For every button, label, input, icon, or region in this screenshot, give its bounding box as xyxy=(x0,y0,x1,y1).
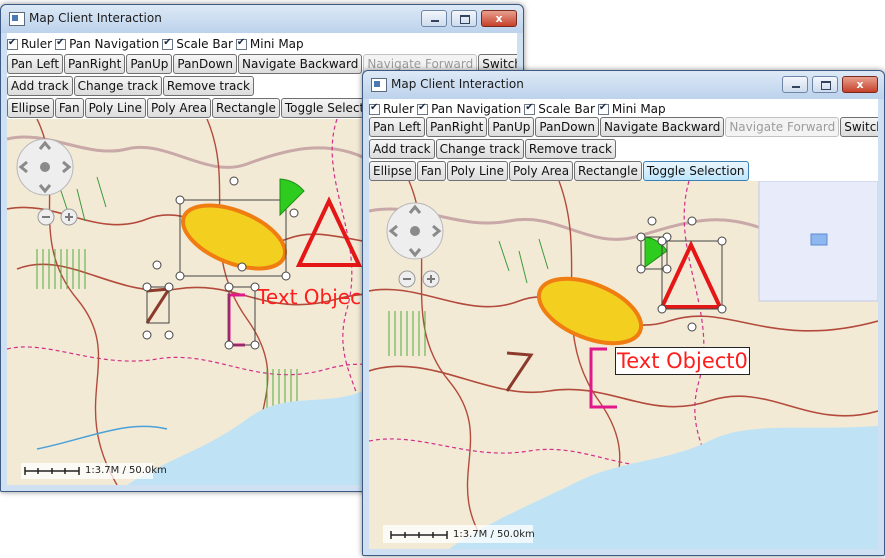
navigate-forward-button[interactable]: Navigate Forward xyxy=(725,117,840,137)
checkmark-icon xyxy=(417,102,429,115)
mini-map-checkbox[interactable]: Mini Map xyxy=(597,102,666,116)
pan-control[interactable] xyxy=(386,202,444,260)
navigation-toolbar: Pan Left PanRight PanUp PanDown Navigate… xyxy=(369,117,878,137)
checkmark-icon xyxy=(162,37,174,50)
scale-bar-checkbox[interactable]: Scale Bar xyxy=(162,37,233,51)
maximize-button[interactable] xyxy=(812,76,838,93)
rectangle-button[interactable]: Rectangle xyxy=(574,161,642,181)
fan-button[interactable]: Fan xyxy=(54,98,84,118)
app-icon xyxy=(371,78,387,92)
title-bar[interactable]: Map Client Interaction x xyxy=(363,71,884,99)
shape-toolbar: Ellipse Fan Poly Line Poly Area Rectangl… xyxy=(369,161,878,181)
poly-area-button[interactable]: Poly Area xyxy=(509,161,574,181)
close-button[interactable]: x xyxy=(842,76,878,93)
remove-track-button[interactable]: Remove track xyxy=(162,76,254,96)
pan-navigation-checkbox[interactable]: Pan Navigation xyxy=(55,37,159,51)
mini-map-checkbox[interactable]: Mini Map xyxy=(235,37,304,51)
checkmark-icon xyxy=(369,102,380,115)
scale-text: 1:3.7M / 50.0km xyxy=(85,465,167,476)
checkmark-icon xyxy=(597,102,609,115)
poly-line-button[interactable]: Poly Line xyxy=(446,161,509,181)
client-area: Ruler Pan Navigation Scale Bar Mini Map … xyxy=(369,99,878,549)
checkmark-icon xyxy=(235,37,247,50)
pan-down-button[interactable]: PanDown xyxy=(173,54,238,74)
maximize-icon xyxy=(460,15,470,24)
minimize-button[interactable] xyxy=(782,76,808,93)
zoom-out-icon[interactable] xyxy=(398,270,416,288)
scale-bar-checkbox[interactable]: Scale Bar xyxy=(524,102,595,116)
pan-up-button[interactable]: PanUp xyxy=(126,54,173,74)
minimize-icon xyxy=(792,86,800,88)
ruler-checkbox[interactable]: Ruler xyxy=(7,37,52,51)
checkmark-icon xyxy=(7,37,18,50)
pan-left-button[interactable]: Pan Left xyxy=(7,54,64,74)
options-row: Ruler Pan Navigation Scale Bar Mini Map xyxy=(7,34,517,54)
track-toolbar: Add track Change track Remove track xyxy=(369,139,878,159)
add-track-button[interactable]: Add track xyxy=(369,139,435,159)
pan-right-button[interactable]: PanRight xyxy=(64,54,126,74)
minimize-button[interactable] xyxy=(421,10,447,27)
pan-up-button[interactable]: PanUp xyxy=(488,117,535,137)
pan-center-icon[interactable] xyxy=(40,162,50,172)
navigate-backward-button[interactable]: Navigate Backward xyxy=(238,54,363,74)
options-row: Ruler Pan Navigation Scale Bar Mini Map xyxy=(369,99,878,119)
change-track-button[interactable]: Change track xyxy=(435,139,524,159)
checkmark-icon xyxy=(524,102,536,115)
title-bar[interactable]: Map Client Interaction x xyxy=(1,5,523,33)
navigate-backward-button[interactable]: Navigate Backward xyxy=(600,117,725,137)
pan-navigation-checkbox[interactable]: Pan Navigation xyxy=(417,102,521,116)
toggle-selection-button[interactable]: Toggle Selection xyxy=(642,161,749,181)
close-icon: x xyxy=(856,78,864,91)
pan-control[interactable] xyxy=(16,138,74,196)
close-icon: x xyxy=(495,12,503,25)
ellipse-button[interactable]: Ellipse xyxy=(369,161,416,181)
app-icon xyxy=(9,12,25,26)
close-button[interactable]: x xyxy=(481,10,517,27)
window-title: Map Client Interaction xyxy=(391,77,524,91)
map-view[interactable]: 1:3.7M / 50.0km Text Object0 xyxy=(369,181,878,549)
map-text-object[interactable]: Text Object0 xyxy=(615,347,750,375)
zoom-in-icon[interactable] xyxy=(422,270,440,288)
rectangle-button[interactable]: Rectangle xyxy=(212,98,280,118)
window-title: Map Client Interaction xyxy=(29,11,162,25)
ruler-checkbox[interactable]: Ruler xyxy=(369,102,414,116)
poly-line-button[interactable]: Poly Line xyxy=(84,98,147,118)
poly-area-button[interactable]: Poly Area xyxy=(147,98,212,118)
switch-grid-button[interactable]: Switch Grid! xyxy=(840,117,878,137)
pan-left-button[interactable]: Pan Left xyxy=(369,117,426,137)
zoom-out-icon[interactable] xyxy=(37,208,55,226)
pan-right-button[interactable]: PanRight xyxy=(426,117,488,137)
ellipse-button[interactable]: Ellipse xyxy=(7,98,54,118)
add-track-button[interactable]: Add track xyxy=(7,76,73,96)
maximize-button[interactable] xyxy=(451,10,477,27)
maximize-icon xyxy=(821,81,831,90)
remove-track-button[interactable]: Remove track xyxy=(524,139,616,159)
pan-center-icon[interactable] xyxy=(410,226,420,236)
map-window-front: Map Client Interaction x Ruler Pan Navig… xyxy=(362,70,885,556)
checkmark-icon xyxy=(55,37,67,50)
scale-text: 1:3.7M / 50.0km xyxy=(453,529,535,540)
change-track-button[interactable]: Change track xyxy=(73,76,162,96)
zoom-in-icon[interactable] xyxy=(60,208,78,226)
minimize-icon xyxy=(431,20,439,22)
pan-down-button[interactable]: PanDown xyxy=(535,117,600,137)
mini-map-viewport[interactable] xyxy=(810,233,828,246)
fan-button[interactable]: Fan xyxy=(416,161,446,181)
